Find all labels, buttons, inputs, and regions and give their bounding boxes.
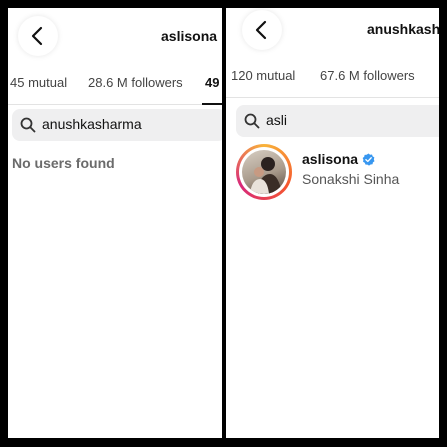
right-screenshot: anushkash 120 mutual 67.6 M followers as… bbox=[226, 8, 439, 438]
left-header: aslisona bbox=[8, 8, 222, 68]
search-result-row[interactable]: aslisona Sonakshi Sinha bbox=[236, 144, 436, 204]
result-full-name: Sonakshi Sinha bbox=[302, 171, 400, 187]
back-chevron-icon bbox=[31, 26, 43, 46]
active-tab-indicator bbox=[202, 103, 222, 105]
back-chevron-icon bbox=[255, 20, 267, 40]
search-query: asli bbox=[266, 112, 288, 128]
avatar bbox=[242, 150, 286, 194]
result-username: aslisona bbox=[302, 151, 359, 167]
back-button[interactable] bbox=[18, 16, 58, 56]
follow-tabs: 120 mutual 67.6 M followers bbox=[226, 61, 439, 98]
profile-username: anushkash bbox=[367, 21, 439, 37]
avatar-photo bbox=[250, 157, 282, 194]
search-input[interactable]: asli bbox=[236, 105, 439, 137]
verified-badge-icon bbox=[362, 153, 375, 166]
profile-username: aslisona bbox=[161, 28, 218, 44]
left-screenshot: aslisona 45 mutual 28.6 M followers 49 a… bbox=[8, 8, 222, 438]
tab-followers[interactable]: 67.6 M followers bbox=[320, 68, 415, 83]
empty-results-message: No users found bbox=[12, 155, 115, 171]
tab-mutual[interactable]: 120 mutual bbox=[231, 68, 295, 83]
back-button[interactable] bbox=[242, 10, 282, 50]
tab-followers[interactable]: 28.6 M followers bbox=[88, 75, 183, 90]
tab-following[interactable]: 49 bbox=[205, 75, 219, 90]
search-icon bbox=[20, 117, 36, 133]
tab-mutual[interactable]: 45 mutual bbox=[10, 75, 67, 90]
right-header: anushkash bbox=[226, 8, 439, 68]
search-input[interactable]: anushkasharma bbox=[12, 109, 222, 141]
search-icon bbox=[244, 113, 260, 129]
follow-tabs: 45 mutual 28.6 M followers 49 bbox=[8, 68, 222, 105]
search-query: anushkasharma bbox=[42, 116, 142, 132]
story-ring bbox=[236, 144, 292, 200]
